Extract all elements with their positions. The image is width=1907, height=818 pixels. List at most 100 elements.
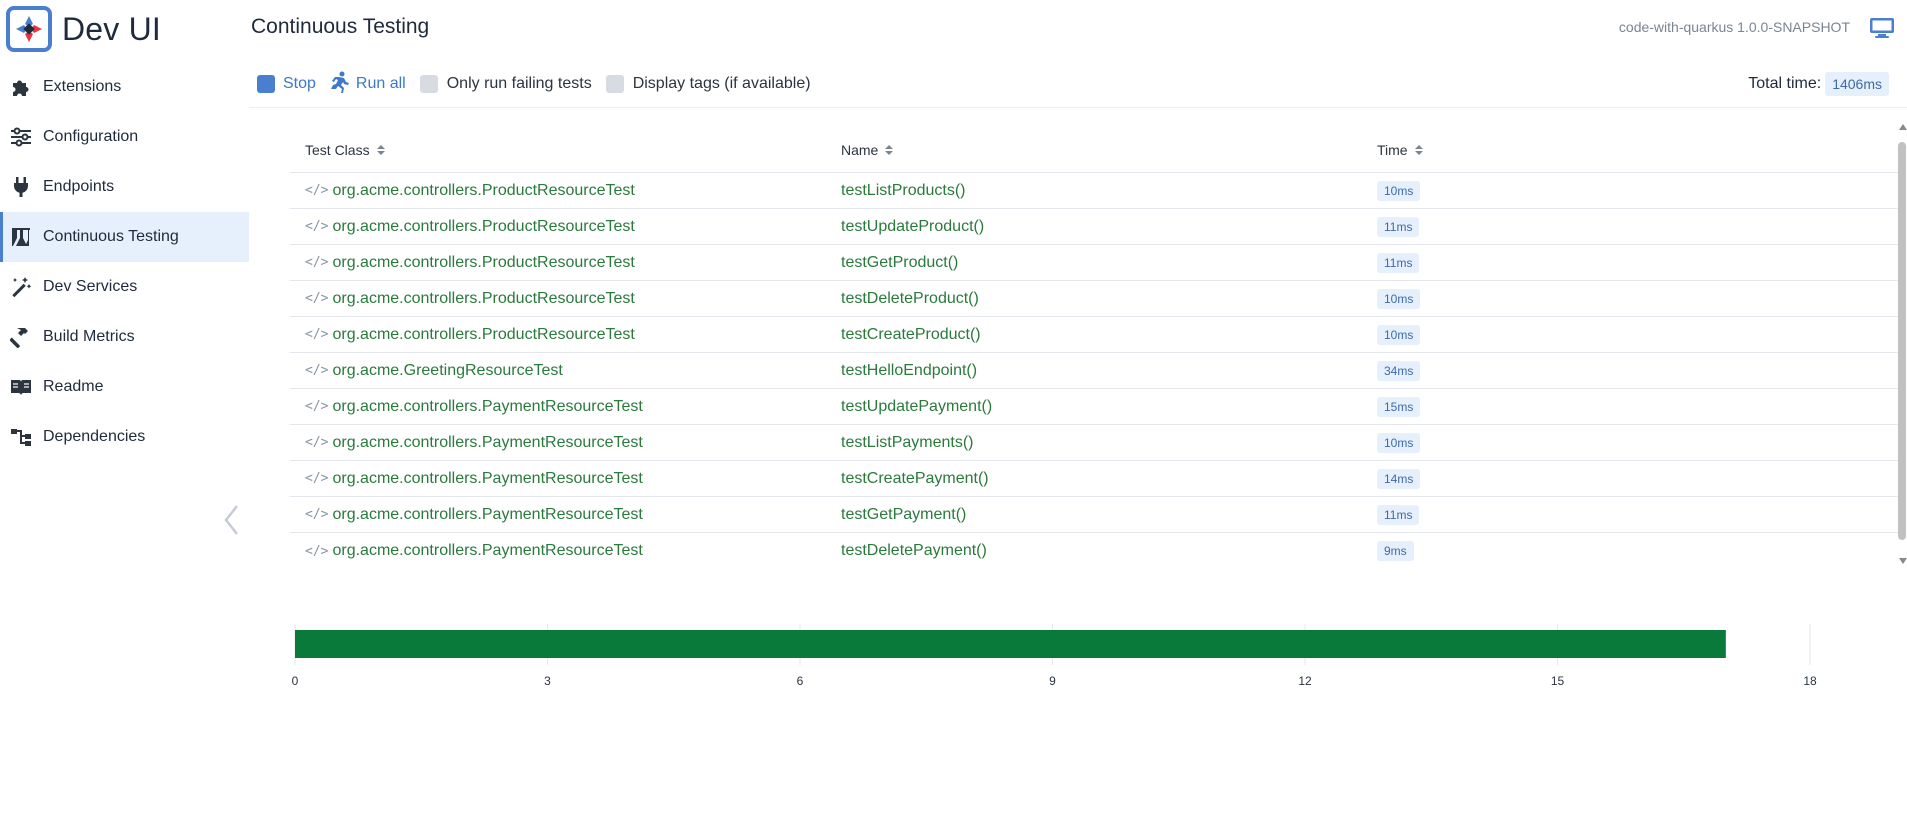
chart-tick-label: 18 (1803, 674, 1817, 688)
sidebar-item-label: Endpoints (43, 178, 115, 195)
test-name-link[interactable]: testGetProduct() (841, 254, 958, 272)
run-all-label: Run all (355, 75, 406, 92)
code-icon: </> (305, 291, 329, 306)
test-class-cell: </> org.acme.controllers.ProductResourceT… (290, 182, 826, 200)
code-icon: </> (305, 471, 329, 486)
time-badge: 14ms (1377, 468, 1421, 489)
sidebar-item-configuration[interactable]: Configuration (0, 112, 249, 162)
test-class-link[interactable]: org.acme.controllers.ProductResourceTest (332, 218, 634, 236)
test-time-cell: 9ms (1362, 541, 1862, 561)
sidebar-item-endpoints[interactable]: Endpoints (0, 162, 249, 212)
only-failing-label: Only run failing tests (446, 75, 592, 92)
table-body: </> org.acme.controllers.ProductResourceT… (290, 173, 1898, 569)
test-class-cell: </> org.acme.controllers.ProductResourceT… (290, 254, 826, 272)
sidebar-item-build-metrics[interactable]: Build Metrics (0, 312, 249, 362)
stop-label: Stop (283, 75, 316, 92)
time-badge: 11ms (1377, 252, 1420, 273)
brand[interactable]: Dev UI (6, 5, 161, 53)
total-time-badge: 1406ms (1825, 72, 1889, 96)
code-icon: </> (305, 255, 329, 270)
test-name-cell: testGetProduct() (826, 254, 1362, 272)
test-class-link[interactable]: org.acme.controllers.PaymentResourceTest (332, 542, 642, 560)
sidebar-item-continuous-testing[interactable]: Continuous Testing (0, 212, 249, 262)
time-badge: 15ms (1377, 396, 1421, 417)
scroll-down-icon[interactable] (1899, 558, 1907, 564)
sidebar-item-label: Dependencies (43, 428, 146, 445)
test-name-link[interactable]: testDeleteProduct() (841, 290, 979, 308)
column-header-time[interactable]: Time (1362, 142, 1862, 158)
chart-tick-label: 12 (1298, 674, 1312, 688)
sliders-icon (8, 124, 34, 150)
table-header: Test Class Name Time (290, 128, 1898, 173)
test-name-link[interactable]: testDeletePayment() (841, 542, 987, 560)
test-class-link[interactable]: org.acme.controllers.ProductResourceTest (332, 182, 634, 200)
test-class-cell: </> org.acme.controllers.ProductResourceT… (290, 218, 826, 236)
puzzle-icon (8, 74, 34, 100)
scroll-thumb[interactable] (1898, 142, 1906, 540)
checkbox-box (605, 75, 624, 93)
code-icon: </> (305, 219, 329, 234)
test-class-link[interactable]: org.acme.controllers.PaymentResourceTest (332, 434, 642, 452)
chart-tick-label: 9 (1049, 674, 1056, 688)
time-badge: 10ms (1377, 432, 1421, 453)
only-failing-checkbox[interactable]: Only run failing tests (419, 75, 592, 93)
sidebar-item-label: Build Metrics (43, 328, 135, 345)
sidebar-item-dependencies[interactable]: Dependencies (0, 412, 249, 462)
monitor-icon[interactable] (1869, 16, 1895, 40)
test-name-link[interactable]: testUpdateProduct() (841, 218, 984, 236)
test-name-link[interactable]: testGetPayment() (841, 506, 966, 524)
test-name-cell: testListPayments() (826, 434, 1362, 452)
column-header-test-class[interactable]: Test Class (290, 142, 826, 158)
code-icon: </> (305, 399, 329, 414)
collapse-sidebar-chevron-icon[interactable] (222, 503, 242, 537)
table-row: </> org.acme.controllers.PaymentResourceT… (290, 461, 1898, 497)
test-name-cell: testHelloEndpoint() (826, 362, 1362, 380)
test-name-link[interactable]: testCreatePayment() (841, 470, 989, 488)
test-name-cell: testCreatePayment() (826, 470, 1362, 488)
sidebar-item-readme[interactable]: Readme (0, 362, 249, 412)
time-badge: 10ms (1377, 324, 1421, 345)
table-row: </> org.acme.controllers.PaymentResourceT… (290, 389, 1898, 425)
code-icon: </> (305, 363, 329, 378)
display-tags-checkbox[interactable]: Display tags (if available) (605, 75, 811, 93)
run-all-button[interactable]: Run all (330, 71, 406, 98)
test-class-link[interactable]: org.acme.controllers.PaymentResourceTest (332, 470, 642, 488)
sort-icon (376, 145, 385, 155)
test-name-link[interactable]: testListProducts() (841, 182, 965, 200)
code-icon: </> (305, 507, 329, 522)
test-name-link[interactable]: testListPayments() (841, 434, 973, 452)
test-time-cell: 34ms (1362, 360, 1862, 381)
test-class-link[interactable]: org.acme.controllers.PaymentResourceTest (332, 506, 642, 524)
test-class-cell: </> org.acme.controllers.PaymentResourceT… (290, 398, 826, 416)
test-name-link[interactable]: testCreateProduct() (841, 326, 981, 344)
scroll-up-icon[interactable] (1899, 124, 1907, 130)
sidebar-item-extensions[interactable]: Extensions (0, 62, 249, 112)
test-timeline-chart: 0 3 6 9 12 15 18 (280, 620, 1860, 720)
table-scrollbar[interactable] (1897, 124, 1907, 564)
test-class-cell: </> org.acme.GreetingResourceTest (290, 362, 826, 380)
table-row: </> org.acme.controllers.ProductResourceT… (290, 245, 1898, 281)
test-results-table: Test Class Name Time </> org.acme.control… (290, 128, 1898, 569)
test-name-link[interactable]: testUpdatePayment() (841, 398, 992, 416)
test-name-link[interactable]: testHelloEndpoint() (841, 362, 977, 380)
test-class-link[interactable]: org.acme.controllers.ProductResourceTest (332, 326, 634, 344)
table-row: </> org.acme.GreetingResourceTest testHell… (290, 353, 1898, 389)
sidebar-nav: Extensions Configuration Endpoints Conti… (0, 62, 249, 462)
quarkus-logo-icon (6, 6, 52, 52)
display-tags-label: Display tags (if available) (632, 75, 811, 92)
stop-button[interactable]: Stop (257, 75, 316, 93)
test-class-link[interactable]: org.acme.GreetingResourceTest (332, 362, 562, 380)
chart-tick-label: 6 (797, 674, 804, 688)
sort-icon (1414, 145, 1423, 155)
chart-tick-label: 15 (1551, 674, 1565, 688)
test-name-cell: testUpdatePayment() (826, 398, 1362, 416)
code-icon: </> (305, 543, 329, 559)
column-header-name[interactable]: Name (826, 142, 1362, 158)
chart-bar[interactable] (295, 630, 1726, 658)
test-time-cell: 10ms (1362, 288, 1862, 309)
test-class-link[interactable]: org.acme.controllers.ProductResourceTest (332, 290, 634, 308)
sidebar-item-label: Configuration (43, 128, 139, 145)
sidebar-item-dev-services[interactable]: Dev Services (0, 262, 249, 312)
test-class-link[interactable]: org.acme.controllers.ProductResourceTest (332, 254, 634, 272)
test-class-link[interactable]: org.acme.controllers.PaymentResourceTest (332, 398, 642, 416)
